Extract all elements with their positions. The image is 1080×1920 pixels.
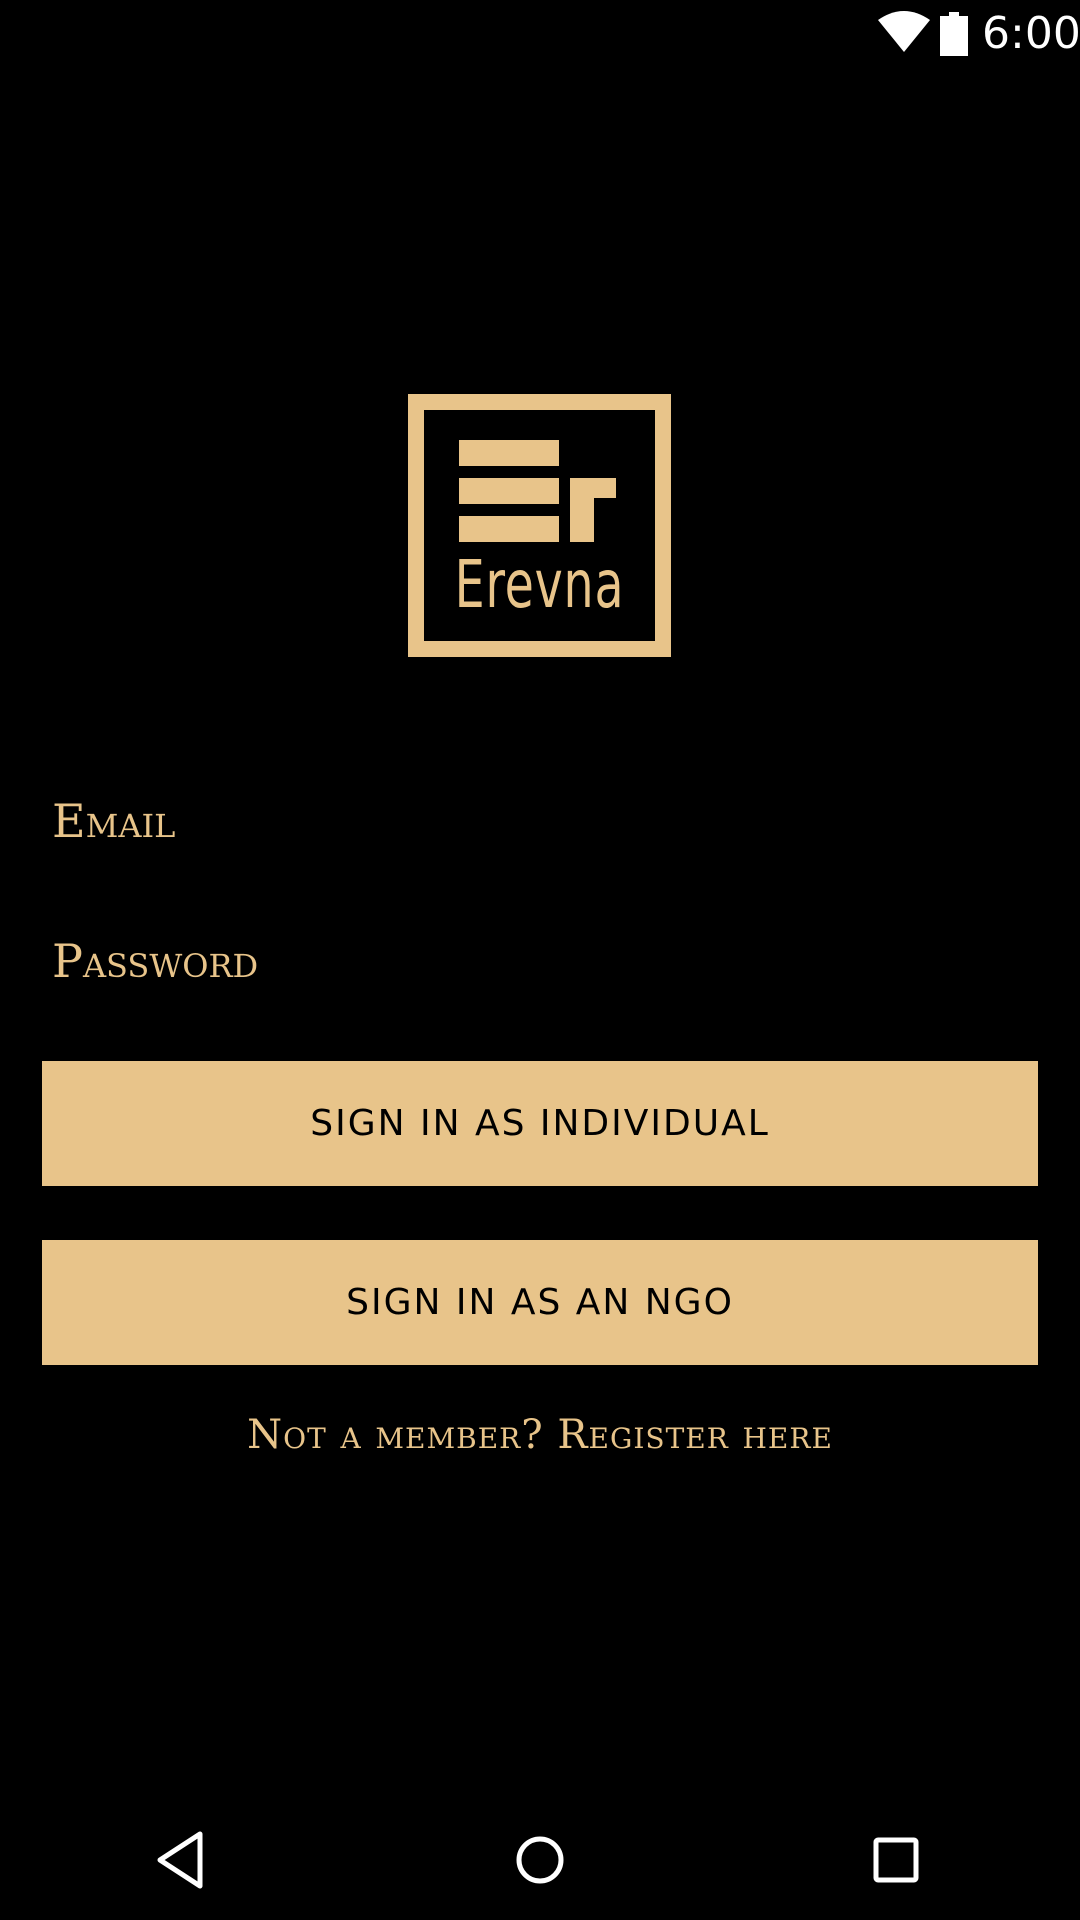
- recents-icon[interactable]: [864, 1828, 928, 1892]
- status-bar: 6:00: [0, 0, 1080, 66]
- navigation-bar: [0, 1800, 1080, 1920]
- status-time: 6:00: [982, 8, 1080, 59]
- home-icon[interactable]: [508, 1828, 572, 1892]
- sign-in-individual-button[interactable]: SIGN IN AS INDIVIDUAL: [42, 1061, 1038, 1186]
- sign-in-ngo-button[interactable]: SIGN IN AS AN NGO: [42, 1240, 1038, 1365]
- app-logo: Erevna: [408, 394, 671, 657]
- battery-icon: [940, 12, 968, 56]
- wifi-icon: [878, 11, 930, 52]
- back-icon[interactable]: [152, 1828, 216, 1892]
- password-field[interactable]: [42, 916, 1038, 1006]
- email-field[interactable]: [42, 776, 1038, 866]
- register-link[interactable]: Not a member? Register here: [0, 1412, 1080, 1458]
- logo-text: Erevna: [454, 546, 625, 623]
